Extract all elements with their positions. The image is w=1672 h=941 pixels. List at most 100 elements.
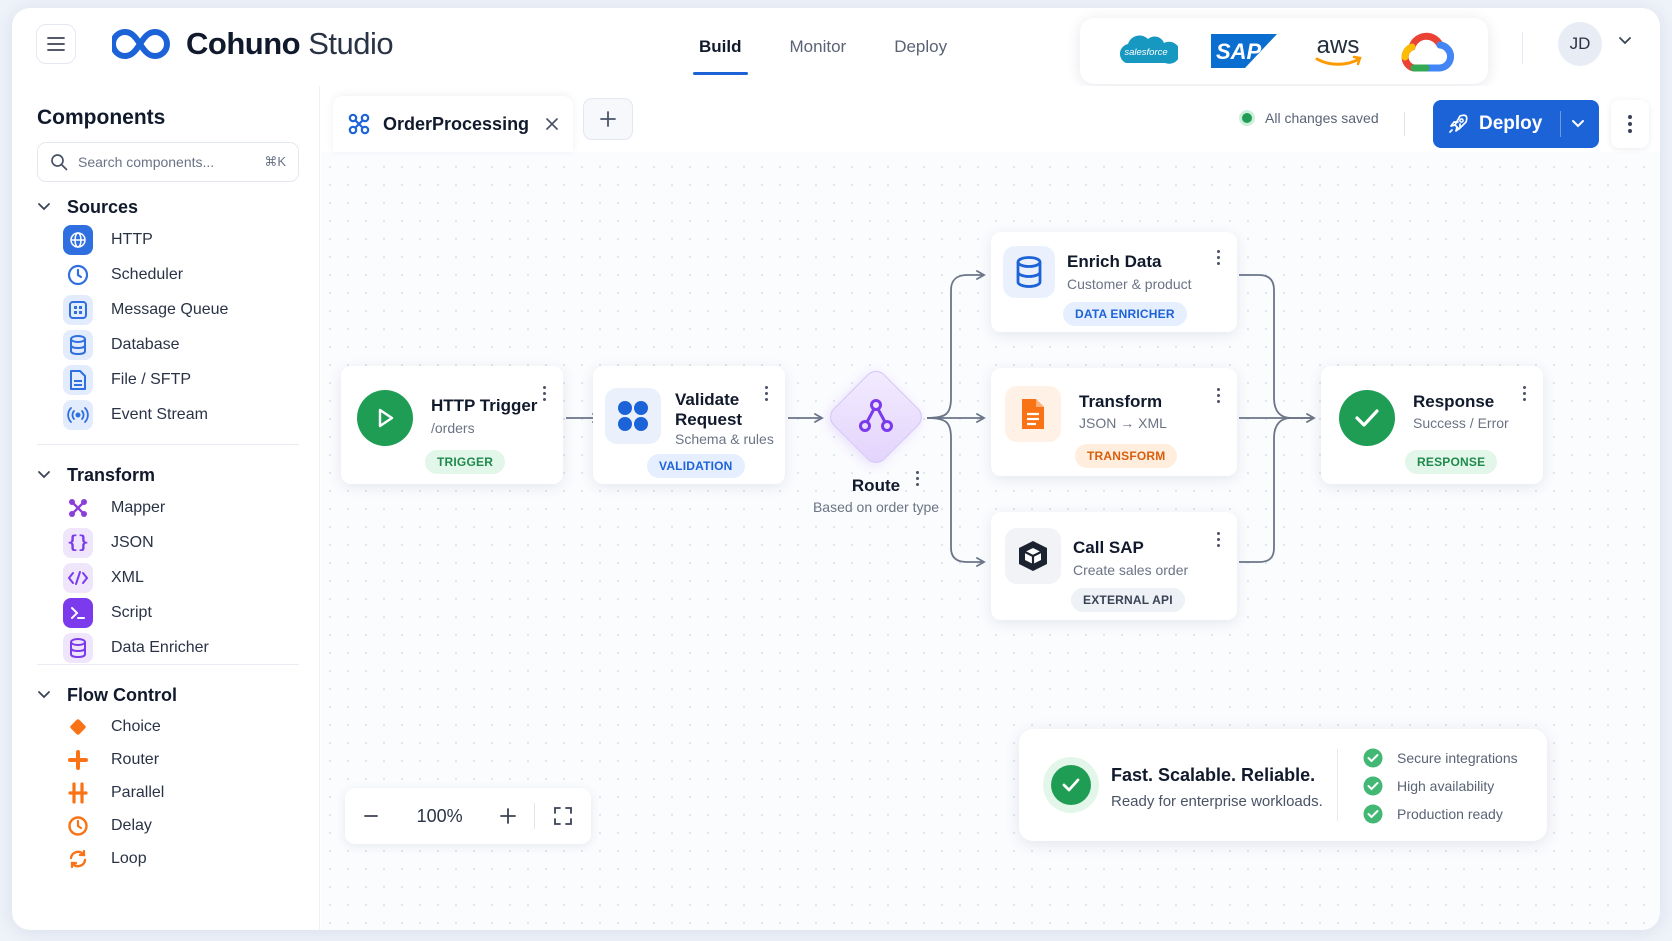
topbar-divider [1522,32,1523,64]
clock-icon [63,811,93,841]
app-window: Cohuno Studio Build Monitor Deploy sales… [12,8,1660,930]
component-data-enricher[interactable]: Data Enricher [37,630,299,665]
app-name-suffix: Studio [308,26,394,61]
play-icon [357,390,413,446]
tab-order-processing[interactable]: OrderProcessing [333,96,573,152]
component-xml[interactable]: XML [37,560,299,595]
node-subtitle: Customer & product [1067,276,1192,292]
close-icon[interactable] [545,117,559,131]
flow-canvas[interactable]: OrderProcessing All changes saved Deploy [321,86,1660,930]
feature-label: Secure integrations [1397,750,1518,766]
node-badge: EXTERNAL API [1071,588,1185,612]
package-icon [1005,528,1061,584]
component-label: XML [111,568,144,586]
component-script[interactable]: Script [37,595,299,630]
tab-title: OrderProcessing [383,113,530,134]
check-icon [1339,390,1395,446]
zoom-in-button[interactable] [482,788,534,844]
more-options-button[interactable] [1611,100,1649,148]
user-avatar[interactable]: JD [1558,22,1602,66]
component-label: Event Stream [111,405,208,423]
component-database[interactable]: Database [37,327,299,362]
component-label: Parallel [111,783,165,801]
component-http[interactable]: HTTP [37,222,299,257]
node-response[interactable]: Response Success / Error RESPONSE [1321,366,1543,484]
top-bar: Cohuno Studio Build Monitor Deploy sales… [12,8,1660,86]
component-choice[interactable]: Choice [37,710,299,743]
component-event-stream[interactable]: Event Stream [37,397,299,432]
node-enrich-data[interactable]: Enrich Data Customer & product DATA ENRI… [991,232,1237,332]
zoom-out-button[interactable] [345,788,397,844]
section-divider [37,444,299,445]
loop-icon [63,844,93,874]
component-label: Delay [111,816,152,834]
chevron-down-icon[interactable] [1618,36,1632,46]
deploy-label: Deploy [1479,113,1543,134]
component-file-sftp[interactable]: File / SFTP [37,362,299,397]
component-loop[interactable]: Loop [37,842,299,875]
component-label: Data Enricher [111,638,209,656]
fit-screen-button[interactable] [535,788,591,844]
component-label: Message Queue [111,300,229,318]
document-icon [1005,386,1061,442]
section-header-flow-control[interactable]: Flow Control [37,680,299,710]
chevron-down-icon[interactable] [1571,119,1585,129]
promo-subline: Ready for enterprise workloads. [1111,793,1323,810]
broadcast-icon [63,399,93,430]
node-validate-request[interactable]: Validate Request Schema & rules VALIDATIO… [593,366,785,484]
component-message-queue[interactable]: Message Queue [37,292,299,327]
node-subtitle: /orders [431,420,475,436]
nav-tab-monitor[interactable]: Monitor [776,8,861,86]
section-label: Sources [67,196,139,217]
component-label: Router [111,750,160,768]
menu-button[interactable] [36,24,76,64]
hamburger-icon [47,37,65,51]
component-router[interactable]: Router [37,743,299,776]
main-nav: Build Monitor Deploy [685,8,981,86]
promo-card: Fast. Scalable. Reliable. Ready for ente… [1019,729,1547,841]
flow-icon [348,113,370,135]
app-logo[interactable]: Cohuno Studio [112,22,394,66]
section-header-sources[interactable]: Sources [37,192,299,222]
node-http-trigger[interactable]: HTTP Trigger /orders TRIGGER [341,366,563,484]
nav-tab-deploy[interactable]: Deploy [880,8,961,86]
component-parallel[interactable]: Parallel [37,776,299,809]
node-badge: TRIGGER [425,450,506,474]
more-vertical-icon[interactable] [1217,532,1221,550]
node-route[interactable] [825,366,927,468]
route-title: Route [851,476,901,495]
save-status: All changes saved [1239,110,1379,126]
section-header-transform[interactable]: Transform [37,460,299,490]
section-label: Transform [67,464,156,485]
node-call-sap[interactable]: Call SAP Create sales order EXTERNAL API [991,512,1237,620]
nav-tab-build[interactable]: Build [685,8,756,86]
more-vertical-icon[interactable] [1523,386,1527,404]
search-input[interactable] [78,154,248,170]
component-json[interactable]: {} JSON [37,525,299,560]
infinity-logo-icon [112,28,170,60]
node-title-line2: Request [675,410,743,429]
node-title: HTTP Trigger [431,396,538,415]
chevron-down-icon [38,203,50,211]
plus-icon [600,111,616,127]
node-subtitle: Success / Error [1413,415,1509,431]
node-transform[interactable]: Transform JSON → XML TRANSFORM [991,368,1237,476]
more-vertical-icon[interactable] [916,471,920,489]
zoom-level: 100% [416,805,463,826]
feature-item: High availability [1363,776,1494,796]
deploy-button[interactable]: Deploy [1433,100,1599,148]
more-vertical-icon[interactable] [543,386,547,404]
section-divider [37,664,299,665]
queue-icon [63,294,93,325]
component-delay[interactable]: Delay [37,809,299,842]
more-vertical-icon[interactable] [1217,250,1221,268]
component-scheduler[interactable]: Scheduler [37,257,299,292]
add-tab-button[interactable] [583,98,633,140]
more-vertical-icon[interactable] [1217,388,1221,406]
more-vertical-icon[interactable] [765,386,769,404]
component-search[interactable]: ⌘K [37,142,299,182]
component-mapper[interactable]: Mapper [37,490,299,525]
check-circle-icon [1363,748,1383,768]
route-branch-icon [859,399,893,432]
database-icon [63,329,93,360]
